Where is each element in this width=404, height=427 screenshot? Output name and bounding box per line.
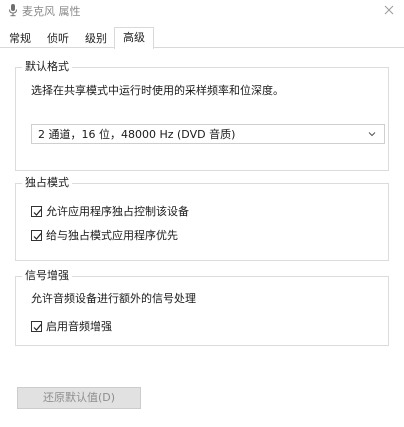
tab-listen[interactable]: 侦听 (44, 30, 72, 47)
sample-rate-value: 2 通道，16 位，48000 Hz (DVD 音质) (38, 128, 236, 141)
chevron-down-icon (367, 129, 377, 139)
signal-enhancement-description: 允许音频设备进行额外的信号处理 (31, 292, 196, 305)
tab-levels[interactable]: 级别 (82, 30, 110, 47)
default-format-title: 默认格式 (22, 60, 72, 74)
allow-exclusive-control-checkbox[interactable] (31, 206, 42, 217)
title-bar: 麦克风 属性 (0, 0, 404, 20)
tab-advanced[interactable]: 高级 (114, 27, 154, 49)
exclusive-mode-title: 独占模式 (22, 176, 72, 190)
checkmark-icon (33, 209, 42, 216)
enable-audio-enhancement-label: 启用音频增强 (46, 320, 112, 333)
tab-strip: 常规 侦听 级别 高级 (0, 27, 404, 49)
exclusive-mode-group: 独占模式 允许应用程序独占控制该设备 给与独占模式应用程序优先 (15, 176, 389, 261)
signal-enhancement-title: 信号增强 (22, 269, 72, 283)
default-format-description: 选择在共享模式中运行时使用的采样频率和位深度。 (31, 84, 284, 97)
signal-enhancement-group: 信号增强 允许音频设备进行额外的信号处理 启用音频增强 (15, 269, 389, 346)
restore-defaults-button[interactable]: 还原默认值(D) (17, 387, 141, 409)
sample-rate-dropdown[interactable]: 2 通道，16 位，48000 Hz (DVD 音质) (31, 124, 385, 144)
close-icon (384, 5, 394, 15)
enable-audio-enhancement-checkbox[interactable] (31, 321, 42, 332)
advanced-panel: 默认格式 选择在共享模式中运行时使用的采样频率和位深度。 2 通道，16 位，4… (0, 47, 404, 427)
allow-exclusive-control-label: 允许应用程序独占控制该设备 (46, 205, 189, 218)
checkmark-icon (33, 233, 42, 240)
exclusive-priority-label: 给与独占模式应用程序优先 (46, 229, 178, 242)
window-title: 麦克风 属性 (22, 5, 81, 18)
close-button[interactable] (374, 0, 404, 20)
default-format-group: 默认格式 选择在共享模式中运行时使用的采样频率和位深度。 2 通道，16 位，4… (15, 60, 389, 171)
checkmark-icon (33, 324, 42, 331)
exclusive-priority-checkbox[interactable] (31, 230, 42, 241)
microphone-icon (6, 3, 20, 17)
tab-general[interactable]: 常规 (6, 30, 34, 47)
